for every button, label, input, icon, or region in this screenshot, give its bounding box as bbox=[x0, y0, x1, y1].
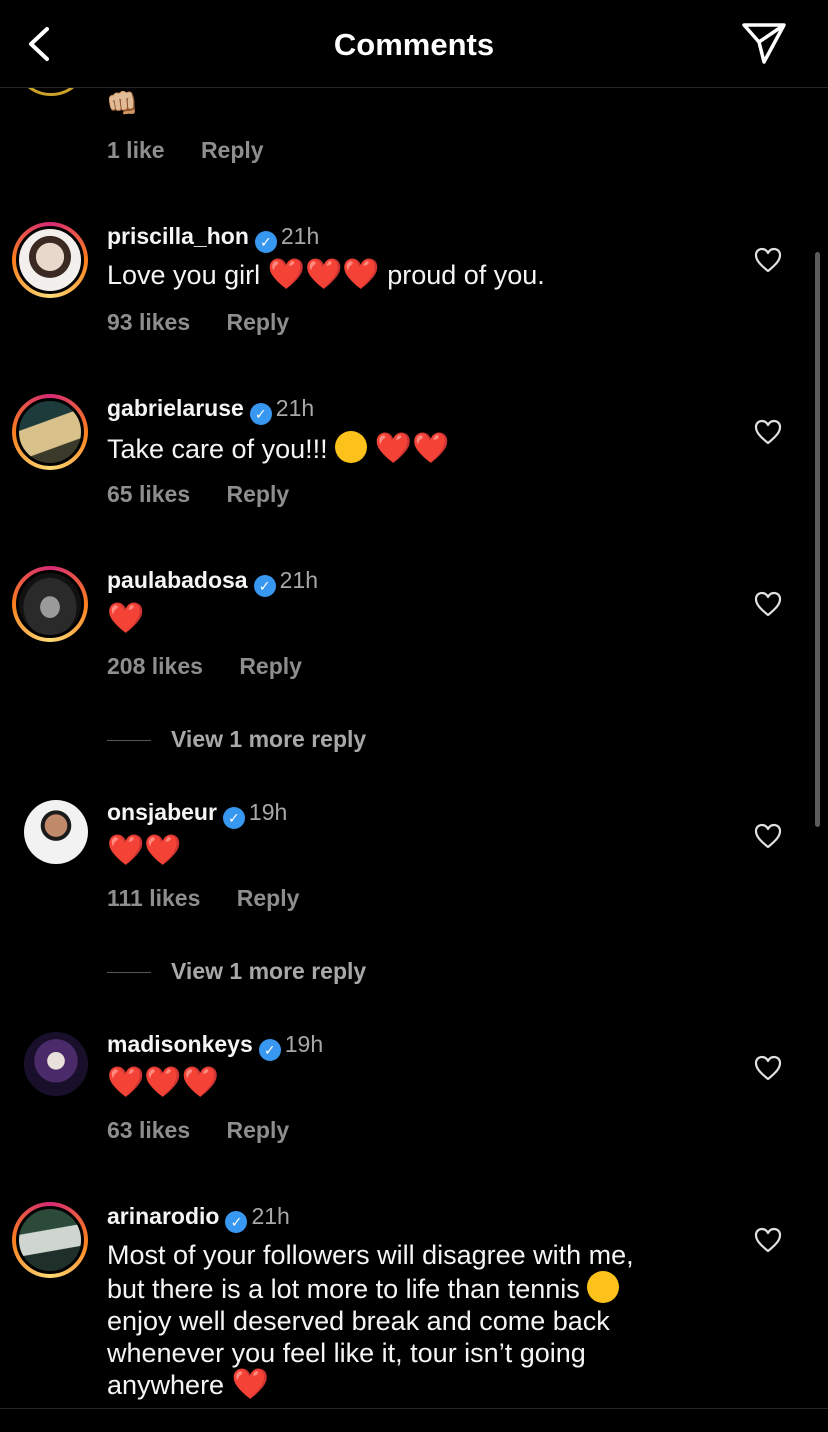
verified-badge-icon: ✓ bbox=[253, 575, 276, 597]
heart-emoji: ❤️❤️ bbox=[374, 431, 450, 466]
username[interactable]: gabrielaruse bbox=[107, 395, 244, 421]
reply-button[interactable]: Reply bbox=[227, 1117, 290, 1143]
heart-outline-icon[interactable] bbox=[754, 1055, 782, 1081]
bottom-bar bbox=[0, 1408, 828, 1432]
likes-count[interactable]: 63 likes bbox=[107, 1117, 190, 1143]
comments-feed[interactable]: 👊🏼 1 like Reply priscilla_hon ✓ 21h Love y… bbox=[0, 88, 828, 1408]
avatar[interactable] bbox=[24, 1032, 88, 1096]
heart-outline-icon[interactable] bbox=[754, 591, 782, 617]
header-bar: Comments bbox=[0, 0, 828, 88]
likes-count[interactable]: 1 like bbox=[107, 137, 165, 163]
heart-emoji: ❤️❤️❤️ bbox=[107, 1065, 220, 1100]
username[interactable]: priscilla_hon bbox=[107, 223, 249, 249]
heart-outline-icon[interactable] bbox=[754, 1227, 782, 1253]
likes-count[interactable]: 93 likes bbox=[107, 309, 190, 335]
verified-badge-icon: ✓ bbox=[258, 1039, 281, 1061]
comment-text: Take care of you!!! ❤️❤️ bbox=[107, 431, 450, 466]
comment-meta: 111 likes Reply bbox=[107, 884, 299, 912]
likes-count[interactable]: 65 likes bbox=[107, 481, 190, 507]
divider bbox=[107, 740, 151, 742]
heart-emoji: ❤️❤️❤️ bbox=[267, 257, 380, 292]
username[interactable]: arinarodio bbox=[107, 1203, 219, 1229]
verified-badge-icon: ✓ bbox=[225, 1211, 248, 1233]
likes-count[interactable]: 208 likes bbox=[107, 653, 203, 679]
comment-text: Love you girl ❤️❤️❤️ proud of you. bbox=[107, 257, 545, 292]
heart-emoji: ❤️ bbox=[107, 601, 145, 636]
comment-meta: 1 like Reply bbox=[107, 136, 264, 164]
avatar[interactable] bbox=[14, 88, 88, 96]
view-more-replies-button[interactable]: View 1 more reply bbox=[107, 725, 366, 753]
timestamp: 19h bbox=[284, 1031, 324, 1057]
page-title: Comments bbox=[333, 27, 495, 62]
timestamp: 21h bbox=[275, 395, 315, 421]
likes-count[interactable]: 111 likes bbox=[107, 885, 200, 911]
comment-meta: 65 likes Reply bbox=[107, 480, 289, 508]
verified-badge-icon: ✓ bbox=[254, 231, 277, 253]
paper-plane-icon[interactable] bbox=[740, 20, 788, 66]
comment-text: Most of your followers will disagree wit… bbox=[107, 1240, 634, 1402]
timestamp: 21h bbox=[280, 223, 320, 249]
comment-meta: 63 likes Reply bbox=[107, 1116, 289, 1144]
avatar[interactable] bbox=[12, 222, 88, 298]
reply-button[interactable]: Reply bbox=[227, 481, 290, 507]
divider bbox=[107, 972, 151, 974]
heart-emoji: ❤️❤️ bbox=[107, 833, 182, 868]
username[interactable]: madisonkeys bbox=[107, 1031, 253, 1057]
timestamp: 21h bbox=[251, 1203, 290, 1229]
timestamp: 21h bbox=[279, 567, 318, 593]
view-more-replies-button[interactable]: View 1 more reply bbox=[107, 957, 366, 985]
reply-button[interactable]: Reply bbox=[239, 653, 302, 679]
heart-outline-icon[interactable] bbox=[754, 419, 782, 445]
comment-meta: 93 likes Reply bbox=[107, 308, 289, 336]
timestamp: 19h bbox=[248, 799, 288, 825]
heart-outline-icon[interactable] bbox=[754, 823, 782, 849]
username[interactable]: paulabadosa bbox=[107, 567, 248, 593]
avatar[interactable] bbox=[12, 394, 88, 470]
comment-meta: 208 likes Reply bbox=[107, 652, 302, 680]
username[interactable]: onsjabeur bbox=[107, 799, 217, 825]
avatar[interactable] bbox=[24, 800, 88, 864]
verified-badge-icon: ✓ bbox=[222, 807, 245, 829]
reply-button[interactable]: Reply bbox=[227, 309, 290, 335]
comment-text: ❤️❤️ bbox=[107, 835, 707, 867]
grinning-sweat-emoji bbox=[587, 1271, 620, 1303]
heart-outline-icon[interactable] bbox=[754, 247, 782, 273]
reply-button[interactable]: Reply bbox=[201, 137, 264, 163]
kissing-face-emoji bbox=[335, 431, 368, 463]
verified-badge-icon: ✓ bbox=[249, 403, 272, 425]
avatar[interactable] bbox=[12, 1202, 88, 1278]
comment-text: ❤️❤️❤️ bbox=[107, 1067, 707, 1099]
avatar[interactable] bbox=[12, 566, 88, 642]
reply-button[interactable]: Reply bbox=[237, 885, 300, 911]
scrollbar[interactable] bbox=[815, 252, 820, 827]
fist-emoji: 👊🏼 bbox=[106, 88, 139, 118]
heart-emoji: ❤️ bbox=[231, 1367, 269, 1402]
comment-text: ❤️ bbox=[107, 603, 707, 635]
